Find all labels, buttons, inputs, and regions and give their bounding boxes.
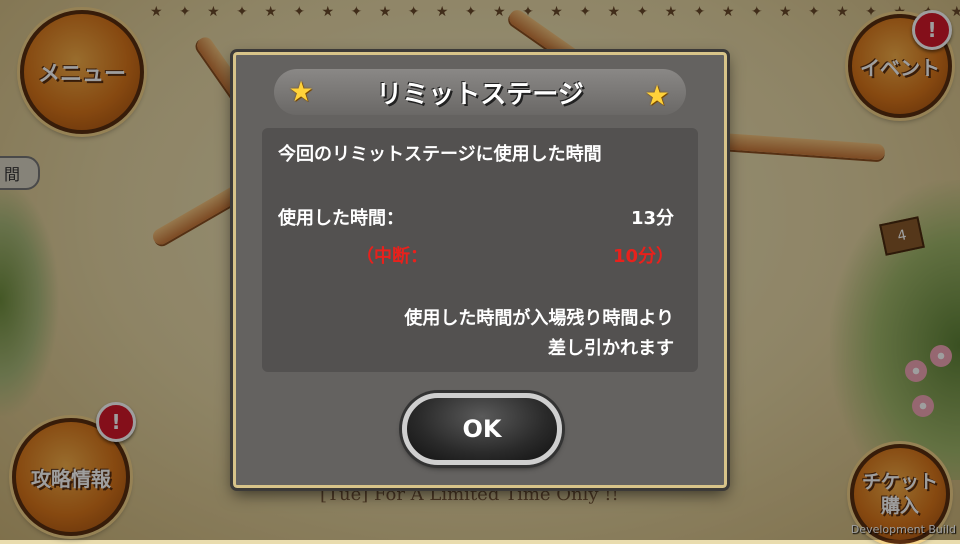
ok-button[interactable]: OK — [402, 393, 562, 465]
interrupt-value: 10分） — [612, 246, 674, 267]
used-time-row: 使用した時間： 13分 — [278, 204, 674, 230]
dialog-message-line: 差し引かれます — [548, 338, 674, 359]
used-time-value: 13分 — [630, 208, 674, 229]
star-icon: ★ — [288, 75, 314, 108]
used-time-label: 使用した時間： — [278, 208, 404, 229]
limit-stage-dialog: リミットステージ ★ ★ 今回のリミットステージに使用した時間 使用した時間： … — [230, 49, 730, 491]
ok-button-label: OK — [462, 415, 502, 443]
dialog-title: リミットステージ — [376, 79, 584, 110]
star-icon: ★ — [644, 79, 670, 112]
dialog-message: 使用した時間が入場残り時間より 差し引かれます — [404, 304, 674, 364]
dialog-title-bar: リミットステージ — [274, 69, 686, 115]
dialog-content-panel: 今回のリミットステージに使用した時間 使用した時間： 13分 （中断： 10分）… — [262, 128, 698, 372]
dialog-heading: 今回のリミットステージに使用した時間 — [278, 144, 602, 165]
dialog-message-line: 使用した時間が入場残り時間より — [404, 308, 674, 329]
interrupt-label: （中断： — [356, 246, 428, 267]
